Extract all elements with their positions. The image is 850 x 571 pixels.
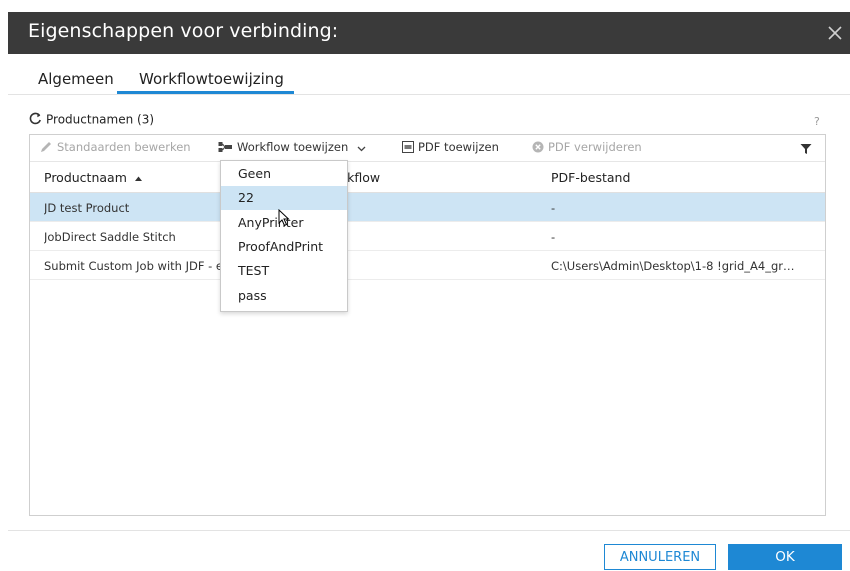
pencil-icon <box>41 142 51 152</box>
product-name-header-label: Productnaam <box>44 170 127 185</box>
edit-defaults-button[interactable]: Standaarden bewerken <box>40 140 191 154</box>
pdf-file-cell: - <box>551 230 556 244</box>
remove-icon <box>532 141 544 153</box>
pdf-icon <box>402 141 414 153</box>
sort-ascending-icon <box>134 176 142 181</box>
toolbar: Standaarden bewerken Workflow toewijzen … <box>30 135 825 162</box>
help-button[interactable]: ? <box>814 115 820 128</box>
assign-workflow-label: Workflow toewijzen <box>237 140 349 154</box>
dialog-titlebar: Eigenschappen voor verbinding: <box>8 12 850 54</box>
workflow-dropdown-menu: Geen 22 AnyPrinter ProofAndPrint TEST pa… <box>220 160 348 312</box>
product-name-cell: JD test Product <box>44 201 130 215</box>
dialog-title: Eigenschappen voor verbinding: <box>28 20 339 42</box>
ok-button[interactable]: OK <box>728 544 842 570</box>
assign-pdf-label: PDF toewijzen <box>418 140 499 154</box>
assign-workflow-button[interactable]: Workflow toewijzen <box>218 140 370 154</box>
product-name-cell: JobDirect Saddle Stitch <box>44 230 176 244</box>
close-button[interactable] <box>824 22 846 44</box>
tab-workflow-assignment[interactable]: Workflowtoewijzing <box>139 70 284 88</box>
filter-button[interactable] <box>800 140 812 159</box>
mouse-cursor-icon <box>278 208 290 231</box>
dropdown-option-proofandprint[interactable]: ProofAndPrint <box>221 235 347 259</box>
product-name-cell: Submit Custom Job with JDF - e <box>44 259 221 273</box>
dropdown-option-pass[interactable]: pass <box>221 284 347 308</box>
table-row[interactable]: JD test Product - <box>30 193 825 222</box>
close-icon <box>828 26 842 40</box>
table-row[interactable]: Submit Custom Job with JDF - e C:\Users\… <box>30 251 825 280</box>
remove-pdf-button[interactable]: PDF verwijderen <box>532 140 642 154</box>
section-heading: Productnamen (3) <box>29 112 154 128</box>
column-header-pdf-file[interactable]: PDF-bestand <box>551 170 630 185</box>
dropdown-option-test[interactable]: TEST <box>221 259 347 283</box>
column-header-product-name[interactable]: Productnaam <box>44 170 143 185</box>
dropdown-option-geen[interactable]: Geen <box>221 162 347 186</box>
dropdown-option-22[interactable]: 22 <box>221 186 347 210</box>
tab-general[interactable]: Algemeen <box>38 70 114 88</box>
tab-bar: Algemeen Workflowtoewijzing <box>8 54 850 94</box>
refresh-icon[interactable] <box>29 112 42 128</box>
table-header: Productnaam rkflow PDF-bestand <box>30 162 825 193</box>
section-title: Productnamen (3) <box>46 112 155 127</box>
pdf-file-cell: C:\Users\Admin\Desktop\1-8 !grid_A4_gr… <box>551 259 795 273</box>
tabs-divider <box>8 94 850 95</box>
remove-pdf-label: PDF verwijderen <box>548 140 642 154</box>
filter-icon <box>800 144 812 154</box>
pdf-file-cell: - <box>551 201 556 215</box>
product-names-panel: Standaarden bewerken Workflow toewijzen … <box>29 134 826 516</box>
footer-divider <box>8 530 850 531</box>
assign-pdf-button[interactable]: PDF toewijzen <box>402 140 499 154</box>
edit-defaults-label: Standaarden bewerken <box>57 140 191 154</box>
table-row[interactable]: JobDirect Saddle Stitch - <box>30 222 825 251</box>
cancel-button[interactable]: ANNULEREN <box>604 544 716 570</box>
chevron-down-icon <box>357 146 366 152</box>
workflow-icon <box>218 142 232 152</box>
